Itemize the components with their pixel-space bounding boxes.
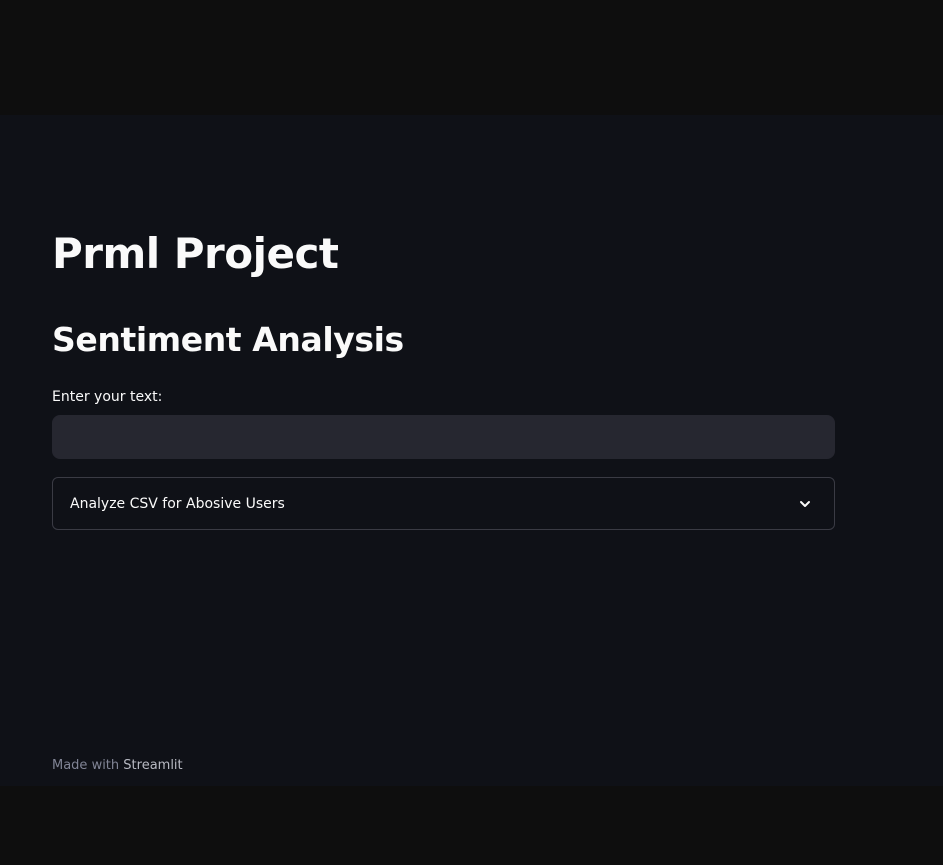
expander-label: Analyze CSV for Abosive Users: [70, 496, 285, 512]
top-blank-area: [0, 0, 943, 115]
text-input-label: Enter your text:: [52, 389, 163, 405]
csv-analysis-expander[interactable]: Analyze CSV for Abosive Users: [52, 477, 835, 530]
streamlit-app-container: Prml Project Sentiment Analysis Enter yo…: [0, 115, 943, 786]
streamlit-link[interactable]: Streamlit: [123, 758, 182, 773]
page-title: Prml Project: [52, 229, 339, 278]
footer-made-with-text: Made with: [52, 758, 124, 773]
text-input[interactable]: [52, 415, 835, 459]
chevron-down-icon[interactable]: [798, 496, 812, 510]
bottom-blank-area: [0, 786, 943, 865]
section-subheader: Sentiment Analysis: [52, 320, 404, 359]
footer: Made with Streamlit: [52, 756, 183, 776]
